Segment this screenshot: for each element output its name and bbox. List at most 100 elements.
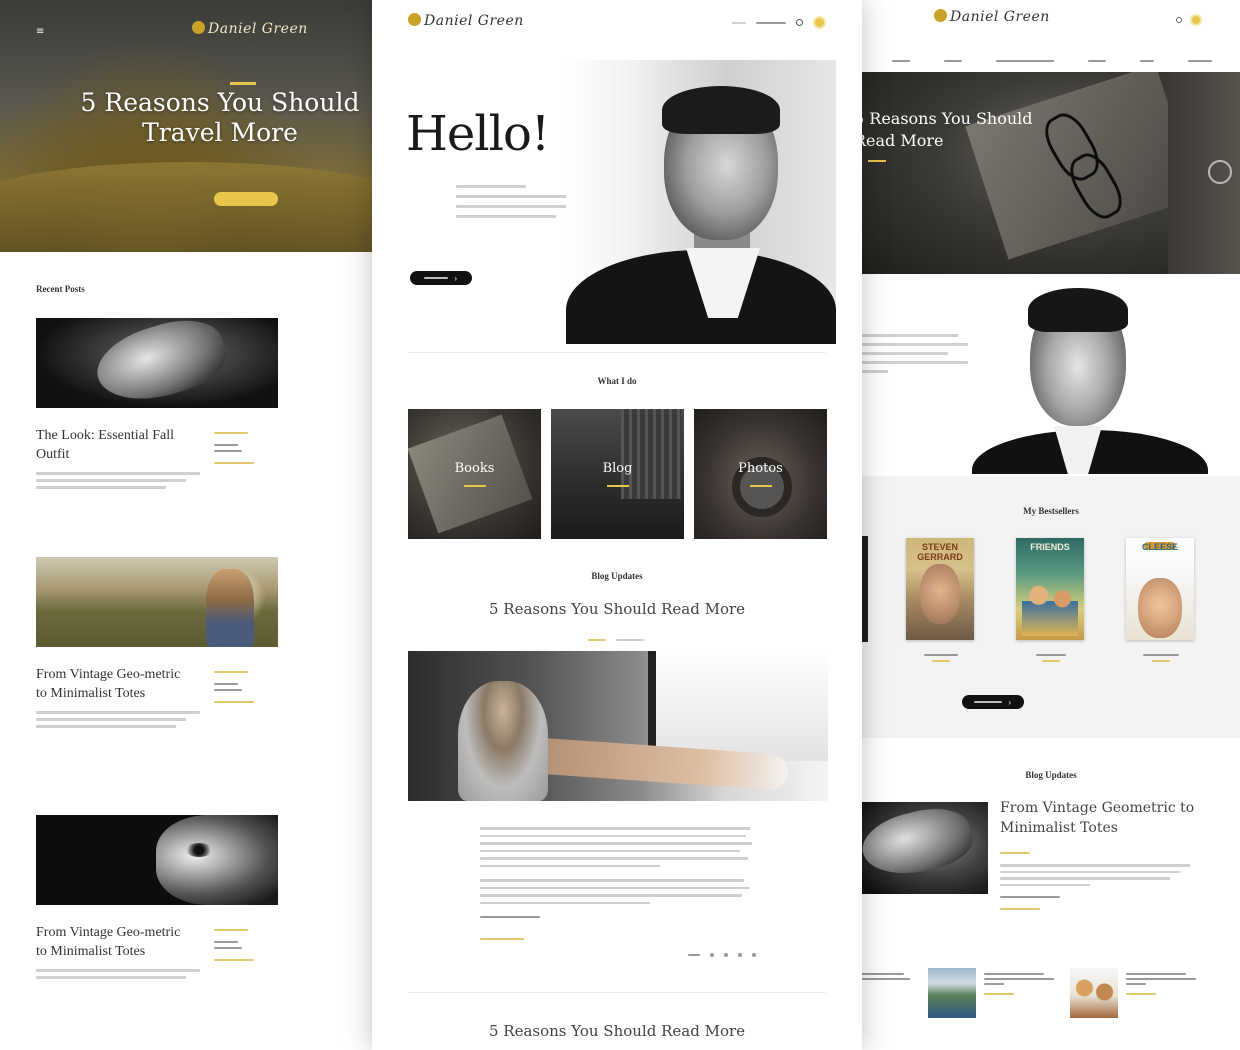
author-portrait [566, 60, 836, 344]
about-text [862, 328, 978, 379]
blog-post-image[interactable] [408, 651, 828, 801]
divider [408, 352, 826, 353]
service-card-blog[interactable]: Blog [551, 409, 684, 539]
nav-item[interactable] [892, 60, 910, 62]
blog-post-body [480, 822, 756, 945]
related-post-image[interactable] [1070, 968, 1118, 1018]
post-card[interactable]: From Vintage Geo-metric to Minimalist To… [36, 557, 278, 732]
hero-about-button[interactable]: › [410, 266, 472, 285]
twitter-icon[interactable] [724, 953, 728, 957]
linkedin-icon[interactable] [738, 953, 742, 957]
post-title[interactable]: From Vintage Geo-metric to Minimalist To… [36, 665, 186, 703]
book-item[interactable]: STEVEN GERRARD [906, 538, 976, 666]
all-books-button[interactable]: › [962, 690, 1024, 709]
main-nav [892, 56, 1212, 66]
hero-title-line: Read More [862, 131, 944, 150]
search-icon[interactable] [796, 19, 803, 26]
related-post-image[interactable] [928, 968, 976, 1018]
post-meta [214, 428, 274, 468]
blog-post-title[interactable]: 5 Reasons You Should Read More [372, 600, 862, 618]
cart-icon[interactable] [1190, 14, 1202, 26]
menu-icon[interactable]: ≡ [36, 26, 44, 37]
post-title[interactable]: The Look: Essential Fall Outfit [36, 426, 186, 464]
post-image[interactable] [36, 815, 278, 905]
post-image[interactable] [36, 318, 278, 408]
book-cover-text: FRIENDS [1030, 542, 1070, 552]
site-logo[interactable]: Daniel Green [408, 12, 524, 30]
what-i-do-heading: What I do [597, 376, 637, 386]
post-card[interactable]: From Vintage Geo-metric to Minimalist To… [36, 815, 278, 983]
left-page-preview: ≡ Daniel Green 5 Reasons You Should Trav… [0, 0, 372, 1050]
service-card-label: Blog [602, 461, 633, 476]
logo-text: Daniel Green [424, 13, 524, 29]
post-meta [214, 925, 274, 965]
arrow-right-icon: › [454, 273, 458, 283]
logo-text: Daniel Green [950, 9, 1050, 25]
site-logo[interactable]: Daniel Green [934, 8, 1050, 26]
header-icons [1176, 14, 1202, 26]
blog-post-meta [588, 628, 648, 646]
author-portrait [972, 282, 1208, 474]
facebook-icon[interactable] [710, 953, 714, 957]
blog-post-title[interactable]: From Vintage Geometric to Minimalist Tot… [1000, 798, 1200, 838]
service-card-books[interactable]: Books [408, 409, 541, 539]
cart-icon[interactable] [813, 16, 826, 29]
slider-next-icon[interactable] [1208, 160, 1232, 184]
book-cover-text: STEVEN GERRARD [917, 542, 963, 562]
right-hero-image [862, 72, 1240, 274]
nav-item[interactable] [996, 60, 1054, 62]
hero-greeting: Hello! [406, 106, 550, 162]
book-cover[interactable]: CLEESE [1126, 538, 1194, 640]
post-card[interactable]: The Look: Essential Fall Outfit [36, 318, 278, 493]
header-tools [732, 16, 826, 29]
post-excerpt [36, 472, 206, 489]
post-excerpt [36, 711, 206, 728]
service-card-photos[interactable]: Photos [694, 409, 827, 539]
hero-title: 5 Reasons You Should Read More [862, 108, 1033, 152]
logo-mark-icon [192, 21, 205, 34]
logo-mark-icon [934, 9, 947, 22]
partial-book-cover [862, 536, 868, 642]
service-card-label: Books [454, 461, 495, 476]
share-label [688, 954, 700, 956]
nav-item[interactable] [1188, 60, 1212, 62]
nav-item[interactable] [1140, 60, 1154, 62]
post-excerpt [36, 969, 206, 979]
account-link[interactable] [732, 21, 746, 24]
blog-updates-heading: Blog Updates [1025, 770, 1077, 780]
divider [408, 992, 826, 993]
hero-underline [868, 160, 886, 162]
share-links [688, 953, 756, 957]
service-card-label: Photos [738, 461, 783, 476]
book-item[interactable]: CLEESE [1126, 538, 1196, 666]
hero-read-more-button[interactable] [214, 192, 278, 206]
post-title[interactable]: From Vintage Geo-metric to Minimalist To… [36, 923, 186, 961]
post-image[interactable] [36, 557, 278, 647]
hero-kicker [230, 82, 256, 85]
bestsellers-list: STEVEN GERRARD FRIENDS CLEESE [906, 538, 1196, 666]
nav-item[interactable] [1088, 60, 1106, 62]
arrow-right-icon: › [1008, 697, 1012, 707]
hero-title-line: 5 Reasons You Should [862, 109, 1033, 128]
related-post-text [862, 970, 938, 983]
bestsellers-heading: My Bestsellers [1023, 506, 1079, 516]
services-grid: Books Blog Photos [408, 409, 828, 539]
blog-updates-heading: Blog Updates [591, 571, 643, 581]
site-header: Daniel Green [372, 0, 862, 44]
center-page-preview: Daniel Green Hello! › What I do Books Bl… [372, 0, 862, 1050]
blog-post-excerpt [1000, 848, 1196, 914]
book-cover-text: CLEESE [1141, 542, 1178, 552]
nav-item[interactable] [944, 60, 962, 62]
blog-post-image[interactable] [862, 802, 988, 894]
book-item[interactable]: FRIENDS [1016, 538, 1086, 666]
site-logo[interactable]: Daniel Green [192, 20, 308, 38]
book-cover[interactable]: STEVEN GERRARD [906, 538, 974, 640]
pinterest-icon[interactable] [752, 953, 756, 957]
right-page-preview: Daniel Green 5 Reasons You Should Read M… [862, 0, 1240, 1050]
search-icon[interactable] [1176, 17, 1182, 23]
book-cover[interactable]: FRIENDS [1016, 538, 1084, 640]
logo-mark-icon [408, 13, 421, 26]
next-post-title[interactable]: 5 Reasons You Should Read More [372, 1022, 862, 1040]
hero-hills [0, 162, 372, 252]
contact-link[interactable] [756, 21, 786, 24]
